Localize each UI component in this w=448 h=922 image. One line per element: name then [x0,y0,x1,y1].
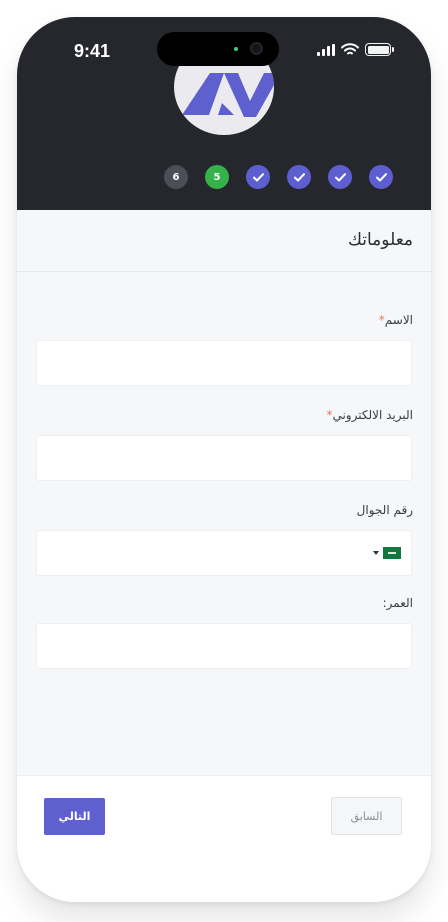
status-icons [317,43,394,56]
name-label-text: الاسم [384,313,413,327]
step-number: 5 [213,171,221,183]
name-label: الاسم* [379,313,413,327]
step-completed [369,165,393,189]
check-icon [334,172,346,181]
battery-icon [365,43,394,56]
cellular-signal-icon [317,43,335,56]
step-completed [246,165,270,189]
check-icon [293,172,305,181]
phone-frame: 9:41 65 معلوماتك الاسم* البريد الالكترون… [17,17,431,902]
step-current: 5 [205,165,229,189]
step-number: 6 [172,171,180,183]
bottom-area [17,851,431,902]
title-bar: معلوماتك [17,210,431,272]
step-completed [328,165,352,189]
camera-lens-icon [250,42,263,55]
form-footer: التالي السابق [17,775,431,851]
info-form: الاسم* البريد الالكتروني* رقم الجوال الع… [17,273,431,775]
status-time: 9:41 [74,41,111,61]
app-header: 9:41 65 [17,17,431,210]
check-icon [252,172,264,181]
age-label: العمر: [382,596,413,610]
saudi-flag-icon[interactable] [383,547,401,559]
mobile-label: رقم الجوال [356,503,413,517]
dynamic-island [157,32,279,66]
step-completed [287,165,311,189]
progress-steps: 65 [164,165,393,189]
page-title: معلوماتك [347,230,413,250]
mobile-input[interactable] [36,530,412,576]
name-input[interactable] [36,340,412,386]
email-label: البريد الالكتروني* [326,408,413,422]
step-pending: 6 [164,165,188,189]
email-label-text: البريد الالكتروني [332,408,413,422]
age-input[interactable] [36,623,412,669]
next-button[interactable]: التالي [44,798,105,835]
previous-button[interactable]: السابق [331,797,402,835]
email-input[interactable] [36,435,412,481]
check-icon [375,172,387,181]
camera-indicator-icon [234,47,238,51]
country-dropdown-caret-icon[interactable] [373,551,379,555]
wifi-icon [341,43,359,55]
